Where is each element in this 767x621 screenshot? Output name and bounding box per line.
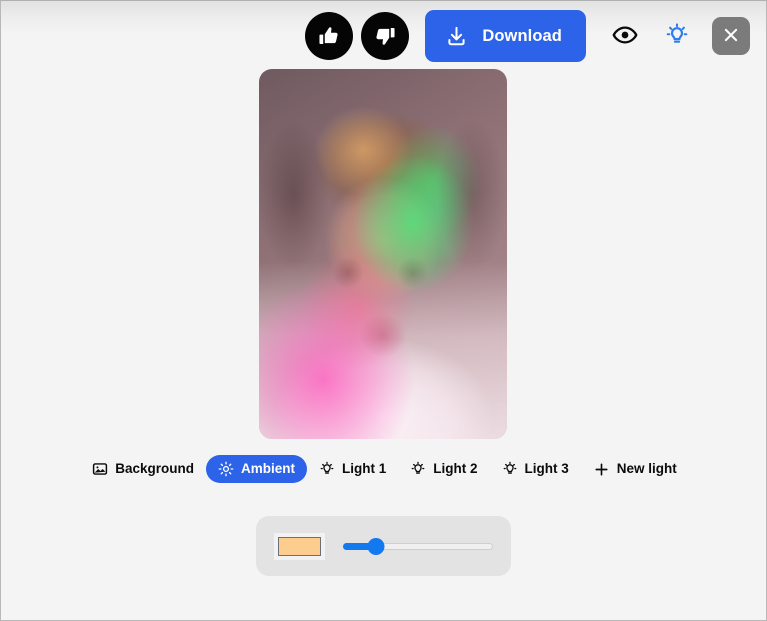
download-button-label: Download — [482, 26, 562, 45]
image-icon — [92, 461, 108, 477]
lightbulb-icon — [410, 461, 426, 477]
thumbs-down-button[interactable] — [361, 12, 410, 60]
tab-light-2[interactable]: Light 2 — [398, 455, 489, 483]
tab-label: Light 3 — [524, 461, 569, 477]
tab-label: New light — [616, 461, 677, 477]
tab-label: Light 1 — [342, 461, 387, 477]
tab-background[interactable]: Background — [80, 455, 206, 483]
preview-image[interactable] — [259, 69, 507, 439]
portrait-shading-overlay — [259, 69, 507, 439]
intensity-slider[interactable] — [343, 537, 493, 555]
tab-light-1[interactable]: Light 1 — [307, 455, 398, 483]
thumbs-down-icon — [374, 25, 396, 47]
light-control-panel — [256, 516, 511, 576]
plus-icon — [593, 461, 610, 478]
tab-label: Light 2 — [433, 461, 478, 477]
download-button[interactable]: Download — [425, 10, 586, 62]
lightbulb-icon — [502, 461, 518, 477]
brightness-icon — [218, 461, 234, 477]
light-tabs: Background Ambient Light 1 Light 2 Light… — [1, 454, 766, 484]
tab-light-3[interactable]: Light 3 — [490, 455, 581, 483]
close-button[interactable] — [712, 17, 750, 55]
tab-label: Background — [115, 461, 194, 477]
color-swatch-button[interactable] — [274, 532, 325, 560]
tab-new-light[interactable]: New light — [581, 455, 689, 483]
eye-icon — [612, 22, 638, 51]
lights-toggle-button[interactable] — [658, 17, 696, 55]
thumbs-up-icon — [318, 25, 340, 47]
lightbulb-icon — [664, 22, 690, 51]
color-swatch — [278, 536, 321, 556]
lightbulb-icon — [319, 461, 335, 477]
thumbs-up-button[interactable] — [305, 12, 354, 60]
slider-thumb[interactable] — [367, 537, 385, 555]
top-toolbar: Download — [1, 10, 766, 62]
download-icon — [445, 25, 468, 48]
tab-label: Ambient — [241, 461, 295, 477]
preview-toggle-button[interactable] — [606, 17, 644, 55]
close-x-icon — [720, 24, 742, 49]
app-window: Download Background Ambient Light 1 Ligh… — [0, 0, 767, 621]
tab-ambient[interactable]: Ambient — [206, 455, 307, 483]
